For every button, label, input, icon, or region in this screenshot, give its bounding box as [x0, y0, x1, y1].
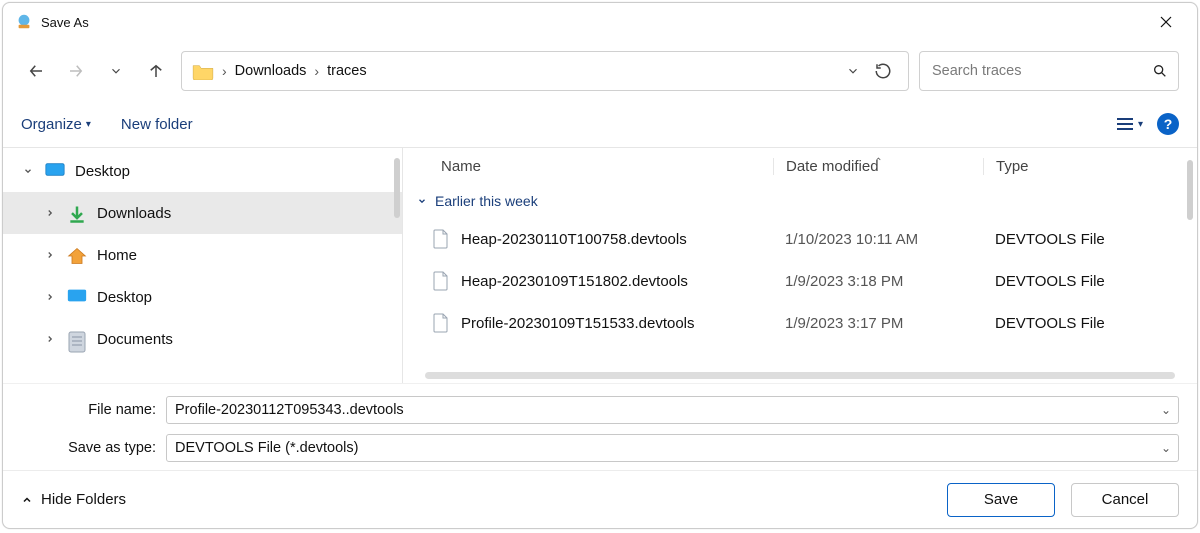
column-date-modified[interactable]: ⌃ Date modified	[773, 158, 983, 175]
toolbar: Organize▾ New folder ▾ ?	[3, 101, 1197, 147]
save-button[interactable]: Save	[947, 483, 1055, 517]
footer: Hide Folders Save Cancel	[3, 470, 1197, 528]
save-type-select[interactable]	[166, 434, 1179, 462]
desktop-icon	[45, 162, 65, 180]
address-bar[interactable]: › Downloads › traces	[181, 51, 909, 91]
breadcrumb-segment[interactable]: traces	[327, 63, 367, 79]
column-type[interactable]: Type	[983, 158, 1197, 175]
chevron-right-icon	[43, 334, 57, 344]
organize-menu[interactable]: Organize▾	[21, 116, 91, 133]
content-split: Desktop Downloads Home	[3, 147, 1197, 383]
search-input[interactable]	[930, 62, 1152, 80]
save-type-label: Save as type:	[21, 440, 166, 456]
titlebar: Save As	[3, 3, 1197, 41]
home-icon	[67, 246, 87, 264]
chevron-down-icon: ▾	[86, 119, 91, 130]
file-type: DEVTOOLS File	[983, 315, 1197, 332]
help-button[interactable]: ?	[1157, 113, 1179, 135]
search-icon	[1152, 63, 1168, 79]
desktop-icon	[67, 288, 87, 306]
list-view-icon	[1116, 116, 1134, 132]
nav-up-button[interactable]	[141, 56, 171, 86]
chevron-up-icon	[21, 494, 33, 506]
file-name: Profile-20230109T151533.devtools	[461, 315, 695, 332]
tree-item-label: Home	[97, 247, 137, 264]
tree-item-desktop-root[interactable]: Desktop	[3, 150, 402, 192]
file-list: Name ⌃ Date modified Type Earlier this w…	[403, 148, 1197, 383]
nav-back-button[interactable]	[21, 56, 51, 86]
tree-scrollbar[interactable]	[394, 158, 400, 218]
folder-tree: Desktop Downloads Home	[3, 148, 403, 383]
file-name-input[interactable]	[166, 396, 1179, 424]
tree-item-desktop[interactable]: Desktop	[3, 276, 402, 318]
file-row[interactable]: Heap-20230110T100758.devtools 1/10/2023 …	[403, 218, 1197, 260]
file-vscrollbar[interactable]	[1187, 160, 1193, 220]
file-icon	[433, 271, 449, 291]
group-header[interactable]: Earlier this week	[403, 184, 1197, 218]
file-icon	[433, 229, 449, 249]
chevron-down-icon	[417, 196, 427, 206]
file-type: DEVTOOLS File	[983, 273, 1197, 290]
breadcrumb-segment[interactable]: Downloads	[235, 63, 307, 79]
chevron-right-icon: ›	[222, 63, 227, 79]
tree-item-documents[interactable]: Documents	[3, 318, 402, 360]
group-label: Earlier this week	[435, 193, 538, 209]
file-name-label: File name:	[21, 402, 166, 418]
search-box[interactable]	[919, 51, 1179, 91]
file-date: 1/9/2023 3:17 PM	[773, 315, 983, 332]
tree-item-label: Documents	[97, 331, 173, 348]
chevron-right-icon	[43, 292, 57, 302]
tree-item-label: Desktop	[97, 289, 152, 306]
chevron-down-icon: ▾	[1138, 119, 1143, 130]
file-name: Heap-20230109T151802.devtools	[461, 273, 688, 290]
app-icon	[15, 13, 33, 31]
close-button[interactable]	[1143, 6, 1189, 38]
view-menu[interactable]: ▾	[1116, 116, 1143, 132]
file-type: DEVTOOLS File	[983, 231, 1197, 248]
column-name[interactable]: Name	[403, 158, 773, 175]
file-name: Heap-20230110T100758.devtools	[461, 231, 687, 248]
chevron-right-icon	[43, 208, 57, 218]
cancel-button[interactable]: Cancel	[1071, 483, 1179, 517]
document-icon	[67, 330, 87, 348]
nav-row: › Downloads › traces	[3, 41, 1197, 101]
save-form: File name: ⌄ Save as type: ⌄	[3, 383, 1197, 470]
chevron-right-icon: ›	[314, 63, 319, 79]
file-date: 1/9/2023 3:18 PM	[773, 273, 983, 290]
tree-item-label: Desktop	[75, 163, 130, 180]
nav-recent-button[interactable]	[101, 56, 131, 86]
address-dropdown-button[interactable]	[838, 56, 868, 86]
folder-icon	[192, 62, 214, 80]
tree-item-downloads[interactable]: Downloads	[3, 192, 402, 234]
sort-indicator-icon: ⌃	[874, 157, 882, 168]
nav-forward-button[interactable]	[61, 56, 91, 86]
file-date: 1/10/2023 10:11 AM	[773, 231, 983, 248]
refresh-button[interactable]	[868, 56, 898, 86]
save-as-dialog: Save As › Downloads › traces	[2, 2, 1198, 529]
hide-folders-label: Hide Folders	[41, 491, 126, 508]
file-row[interactable]: Profile-20230109T151533.devtools 1/9/202…	[403, 302, 1197, 344]
file-hscrollbar[interactable]	[425, 372, 1175, 379]
file-icon	[433, 313, 449, 333]
tree-item-label: Downloads	[97, 205, 171, 222]
window-title: Save As	[41, 15, 89, 30]
new-folder-button[interactable]: New folder	[121, 116, 193, 133]
hide-folders-button[interactable]: Hide Folders	[21, 491, 126, 508]
file-row[interactable]: Heap-20230109T151802.devtools 1/9/2023 3…	[403, 260, 1197, 302]
chevron-right-icon	[43, 250, 57, 260]
chevron-down-icon	[21, 166, 35, 176]
tree-item-home[interactable]: Home	[3, 234, 402, 276]
column-headers: Name ⌃ Date modified Type	[403, 148, 1197, 184]
download-icon	[67, 204, 87, 222]
